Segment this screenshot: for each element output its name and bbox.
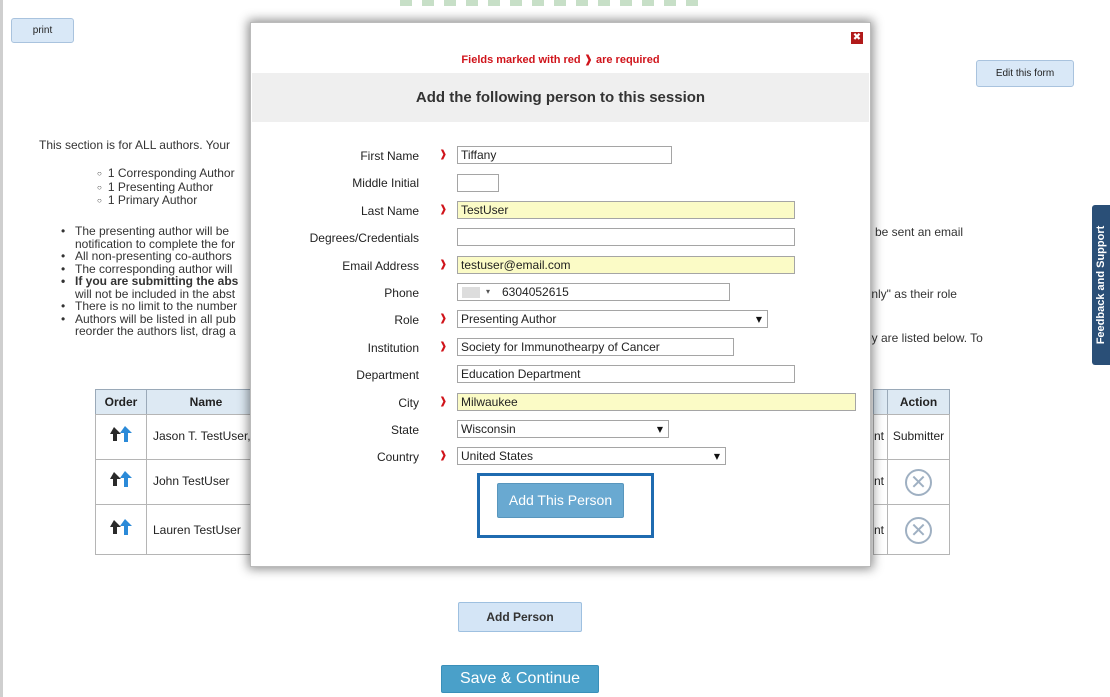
last-name-field[interactable]: TestUser [457, 201, 795, 219]
required-marker-icon: ❱ [439, 259, 448, 270]
country-label: Country [376, 450, 419, 464]
required-note-suffix: are required [595, 54, 660, 66]
required-marker-icon: ❱ [439, 341, 448, 352]
country-select[interactable]: United States [457, 447, 726, 465]
required-marker-icon: ❱ [583, 53, 593, 66]
state-label: State [390, 423, 419, 437]
phone-label: Phone [384, 286, 419, 300]
department-field[interactable]: Education Department [457, 365, 795, 383]
chevron-down-icon[interactable]: ▾ [486, 284, 490, 300]
role-label: Role [394, 313, 419, 327]
degrees-label: Degrees/Credentials [309, 231, 419, 245]
role-select[interactable]: Presenting Author [457, 310, 768, 328]
email-label: Email Address [342, 259, 419, 273]
first-name-field[interactable]: Tiffany [457, 146, 672, 164]
first-name-label: First Name [360, 149, 419, 163]
email-field[interactable]: testuser@email.com [457, 256, 795, 274]
modal-title: Add the following person to this session [252, 73, 869, 122]
middle-initial-field[interactable] [457, 174, 499, 192]
required-marker-icon: ❱ [439, 396, 448, 407]
city-label: City [398, 396, 419, 410]
close-icon[interactable]: ✖ [851, 32, 863, 44]
city-field[interactable]: Milwaukee [457, 393, 856, 411]
phone-field[interactable]: ▾ 6304052615 [457, 283, 730, 301]
required-marker-icon: ❱ [439, 313, 448, 324]
add-this-person-button[interactable]: Add This Person [497, 483, 624, 518]
modal-overlay: ✖ Fields marked with red ❱ are required … [0, 0, 1110, 697]
required-note-prefix: Fields marked with red [461, 54, 581, 66]
add-person-modal: ✖ Fields marked with red ❱ are required … [250, 22, 871, 567]
required-marker-icon: ❱ [439, 204, 448, 215]
state-select[interactable]: Wisconsin [457, 420, 669, 438]
institution-label: Institution [367, 341, 419, 355]
middle-initial-label: Middle Initial [352, 176, 419, 190]
phone-number-value: 6304052615 [502, 285, 569, 299]
last-name-label: Last Name [360, 204, 419, 218]
required-fields-note: Fields marked with red ❱ are required [251, 53, 870, 66]
department-label: Department [356, 368, 419, 382]
required-marker-icon: ❱ [439, 149, 448, 160]
required-marker-icon: ❱ [439, 450, 448, 461]
degrees-field[interactable] [457, 228, 795, 246]
country-flag-icon[interactable] [462, 287, 480, 298]
institution-field[interactable]: Society for Immunothearpy of Cancer [457, 338, 734, 356]
